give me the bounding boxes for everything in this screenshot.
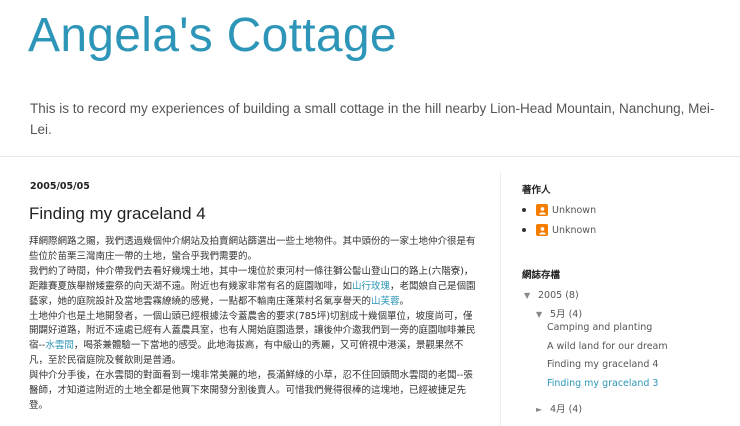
sidebar: 著作人 Unknown Unknown 網誌存檔 ▼ 2005 (8) ▼ 5月 (… bbox=[522, 182, 737, 415]
archive-month-link[interactable]: 4月 bbox=[550, 404, 566, 415]
post-link-shanfurong[interactable]: 山芙蓉 bbox=[371, 296, 400, 307]
author-item[interactable]: Unknown bbox=[522, 204, 596, 216]
chevron-right-icon[interactable]: ► bbox=[536, 405, 550, 414]
chevron-down-icon[interactable]: ▼ bbox=[524, 291, 538, 300]
blog-description: This is to record my experiences of buil… bbox=[30, 101, 715, 137]
post-paragraph: 土地仲介也是土地開發者，一個山頭已經根據法令蓋農舍的要求(785坪)切割成十幾個… bbox=[29, 310, 476, 370]
archive-month-may[interactable]: ▼ 5月 (4) bbox=[536, 306, 582, 320]
post-paragraph: 拜網際網路之賜，我們透過幾個仲介網站及拍賣網站篩選出一些土地物件。其中頭份的一家… bbox=[29, 236, 476, 262]
bullet-icon bbox=[522, 228, 526, 232]
post-text: 。 bbox=[399, 295, 410, 307]
archive-year-2005[interactable]: ▼ 2005 (8) bbox=[524, 290, 579, 301]
post-text: ，喝茶兼體驗一下當地的感受。此地海拔高，有中級山的秀麗，又可俯視中港溪，景觀果然… bbox=[29, 340, 464, 367]
archive-month-april[interactable]: ► 4月 (4) bbox=[536, 401, 582, 415]
post-title[interactable]: Finding my graceland 4 bbox=[29, 204, 206, 224]
archive-post-item[interactable]: Camping and planting bbox=[547, 322, 652, 333]
post-body: 拜網際網路之賜，我們透過幾個仲介網站及拍賣網站篩選出一些土地物件。其中頭份的一家… bbox=[29, 235, 476, 414]
bullet-icon bbox=[522, 208, 526, 212]
post-link-shuiyunjian[interactable]: 水雲間 bbox=[45, 340, 74, 351]
author-link[interactable]: Unknown bbox=[552, 225, 596, 236]
archive-widget-title: 網誌存檔 bbox=[522, 270, 561, 281]
archive-post-item-current[interactable]: Finding my graceland 3 bbox=[547, 378, 658, 389]
archive-year-count: (8) bbox=[565, 290, 579, 301]
archive-month-count: (4) bbox=[568, 404, 583, 415]
post-date: 2005/05/05 bbox=[30, 181, 90, 192]
author-link[interactable]: Unknown bbox=[552, 205, 596, 216]
archive-month-link[interactable]: 5月 bbox=[550, 309, 566, 320]
post-link-shanxing-rose[interactable]: 山行玫瑰 bbox=[352, 281, 390, 292]
author-item[interactable]: Unknown bbox=[522, 224, 596, 236]
header-divider bbox=[0, 156, 740, 157]
blogger-profile-icon bbox=[536, 224, 548, 236]
archive-post-item[interactable]: Finding my graceland 4 bbox=[547, 359, 658, 370]
archive-post-link-current[interactable]: Finding my graceland 3 bbox=[547, 378, 658, 389]
post-paragraph: 與仲介分手後，在水雲間的對面看到一塊非常美麗的地，長滿鮮綠的小草，忍不住回頭問水… bbox=[29, 370, 473, 411]
archive-post-link[interactable]: Finding my graceland 4 bbox=[547, 359, 658, 370]
blogger-profile-icon bbox=[536, 204, 548, 216]
archive-post-link[interactable]: Camping and planting bbox=[547, 322, 652, 333]
sidebar-divider bbox=[500, 172, 501, 426]
authors-widget-title: 著作人 bbox=[522, 185, 551, 196]
blog-title[interactable]: Angela's Cottage bbox=[28, 8, 397, 63]
archive-post-link[interactable]: A wild land for our dream bbox=[547, 341, 668, 352]
chevron-down-icon[interactable]: ▼ bbox=[536, 310, 550, 319]
archive-year-link[interactable]: 2005 bbox=[538, 290, 562, 301]
post-paragraph: 我們約了時間，仲介帶我們去看好幾塊土地，其中一塊位於東河村一條往獅公髻山登山口的… bbox=[29, 265, 476, 310]
archive-month-count: (4) bbox=[568, 309, 583, 320]
archive-post-item[interactable]: A wild land for our dream bbox=[547, 341, 668, 352]
